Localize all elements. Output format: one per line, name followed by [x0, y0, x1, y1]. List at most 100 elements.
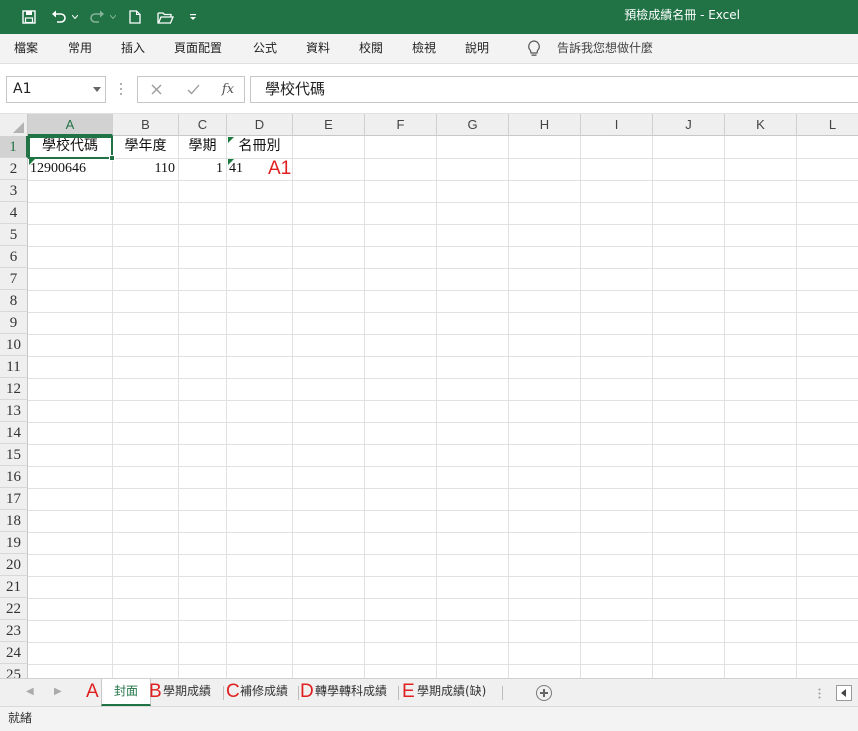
tab-data[interactable]: 資料: [306, 34, 330, 64]
row-header-9[interactable]: 9: [0, 312, 28, 334]
gridline: [28, 224, 858, 225]
sheet-tab-transfer-grades[interactable]: 轉學轉科成績: [315, 679, 387, 706]
formula-input[interactable]: 學校代碼: [250, 76, 858, 103]
gridline: [28, 180, 858, 181]
row-header-6[interactable]: 6: [0, 246, 28, 268]
lightbulb-icon[interactable]: [527, 40, 541, 58]
row-header-16[interactable]: 16: [0, 466, 28, 488]
row-header-18[interactable]: 18: [0, 510, 28, 532]
tab-review[interactable]: 校閱: [359, 34, 383, 64]
tab-split-grip-icon[interactable]: [818, 688, 821, 699]
gridline: [28, 378, 858, 379]
add-sheet-icon[interactable]: [536, 685, 552, 701]
row-header-24[interactable]: 24: [0, 642, 28, 664]
redo-icon[interactable]: [86, 0, 108, 34]
tab-separator: [298, 686, 299, 700]
name-box-dropdown-icon[interactable]: [93, 87, 101, 92]
select-all-corner[interactable]: [0, 114, 28, 136]
row-header-1[interactable]: 1: [0, 136, 28, 158]
ribbon-tabs: 檔案 常用 插入 頁面配置 公式 資料 校閱 檢視 說明 告訴我您想做什麼: [0, 34, 858, 64]
next-sheet-icon[interactable]: ▶: [54, 679, 62, 707]
row-header-25[interactable]: 25: [0, 664, 28, 678]
row-header-10[interactable]: 10: [0, 334, 28, 356]
column-header-k[interactable]: K: [725, 114, 797, 136]
prev-sheet-icon[interactable]: ◀: [26, 679, 34, 707]
error-indicator-icon: [29, 159, 35, 165]
undo-icon[interactable]: [48, 0, 70, 34]
row-header-11[interactable]: 11: [0, 356, 28, 378]
column-header-f[interactable]: F: [365, 114, 437, 136]
row-header-17[interactable]: 17: [0, 488, 28, 510]
row-header-13[interactable]: 13: [0, 400, 28, 422]
row-header-4[interactable]: 4: [0, 202, 28, 224]
cell-c1[interactable]: 學期: [179, 136, 226, 158]
tab-home[interactable]: 常用: [68, 34, 92, 64]
row-header-22[interactable]: 22: [0, 598, 28, 620]
row-header-3[interactable]: 3: [0, 180, 28, 202]
sheet-tab-semester-grades-missing[interactable]: 學期成績(缺): [417, 679, 486, 706]
gridline: [28, 620, 858, 621]
column-header-j[interactable]: J: [653, 114, 725, 136]
row-header-12[interactable]: 12: [0, 378, 28, 400]
fill-handle[interactable]: [109, 155, 115, 161]
row-header-15[interactable]: 15: [0, 444, 28, 466]
tab-help[interactable]: 說明: [465, 34, 489, 64]
sheet-tabs-bar: ◀ ▶ A 封面 B 學期成績 C 補修成績 D 轉學轉科成績 E 學期成績(缺…: [0, 678, 858, 706]
gridline: [28, 642, 858, 643]
insert-function-icon[interactable]: fx: [213, 77, 243, 102]
tab-formulas[interactable]: 公式: [253, 34, 277, 64]
cancel-icon[interactable]: [141, 77, 171, 102]
column-header-d[interactable]: D: [227, 114, 293, 136]
cell-a2[interactable]: 12900646: [28, 158, 112, 180]
tab-page-layout[interactable]: 頁面配置: [174, 34, 222, 64]
row-header-14[interactable]: 14: [0, 422, 28, 444]
scroll-left-icon[interactable]: [836, 685, 852, 701]
cell-c2[interactable]: 1: [179, 158, 226, 180]
name-box[interactable]: A1: [6, 76, 106, 103]
gridline: [28, 334, 858, 335]
customize-qat-icon[interactable]: [186, 0, 200, 34]
cell-b1[interactable]: 學年度: [113, 136, 178, 158]
active-cell-border: [28, 136, 113, 159]
gridline: [28, 598, 858, 599]
title-bar: 預檢成績名冊 - Excel: [0, 0, 858, 34]
open-folder-icon[interactable]: [154, 0, 176, 34]
column-header-i[interactable]: I: [581, 114, 653, 136]
formula-bar-grip-icon[interactable]: [119, 82, 123, 96]
row-header-21[interactable]: 21: [0, 576, 28, 598]
sheet-tab-makeup-grades[interactable]: 補修成績: [240, 679, 288, 706]
column-header-e[interactable]: E: [293, 114, 365, 136]
column-header-h[interactable]: H: [509, 114, 581, 136]
column-header-g[interactable]: G: [437, 114, 509, 136]
tab-file[interactable]: 檔案: [14, 34, 38, 64]
tab-view[interactable]: 檢視: [412, 34, 436, 64]
column-header-a[interactable]: A: [28, 114, 113, 136]
row-header-19[interactable]: 19: [0, 532, 28, 554]
worksheet-grid[interactable]: A B C D E F G H I J K L 1 2 3 4 5 6 7 8 …: [0, 114, 858, 678]
column-header-b[interactable]: B: [113, 114, 179, 136]
enter-check-icon[interactable]: [178, 77, 208, 102]
row-header-20[interactable]: 20: [0, 554, 28, 576]
sheet-tab-cover[interactable]: 封面: [101, 679, 151, 706]
cell-b2[interactable]: 110: [113, 158, 178, 180]
column-header-l[interactable]: L: [797, 114, 858, 136]
tab-annotation-d: D: [300, 681, 314, 702]
row-header-23[interactable]: 23: [0, 620, 28, 642]
redo-dropdown-icon[interactable]: [108, 0, 118, 34]
row-header-8[interactable]: 8: [0, 290, 28, 312]
row-header-2[interactable]: 2: [0, 158, 28, 180]
gridline: [112, 136, 113, 678]
save-icon[interactable]: [18, 0, 40, 34]
undo-dropdown-icon[interactable]: [70, 0, 80, 34]
row-header-7[interactable]: 7: [0, 268, 28, 290]
tell-me-search[interactable]: 告訴我您想做什麼: [557, 34, 653, 64]
gridline: [28, 554, 858, 555]
tab-separator: [502, 686, 503, 700]
tab-insert[interactable]: 插入: [121, 34, 145, 64]
row-header-5[interactable]: 5: [0, 224, 28, 246]
column-headers: A B C D E F G H I J K L: [0, 114, 858, 136]
new-file-icon[interactable]: [124, 0, 146, 34]
cell-d1[interactable]: 名冊別: [227, 136, 292, 158]
column-header-c[interactable]: C: [179, 114, 227, 136]
sheet-tab-semester-grades[interactable]: 學期成績: [163, 679, 211, 706]
